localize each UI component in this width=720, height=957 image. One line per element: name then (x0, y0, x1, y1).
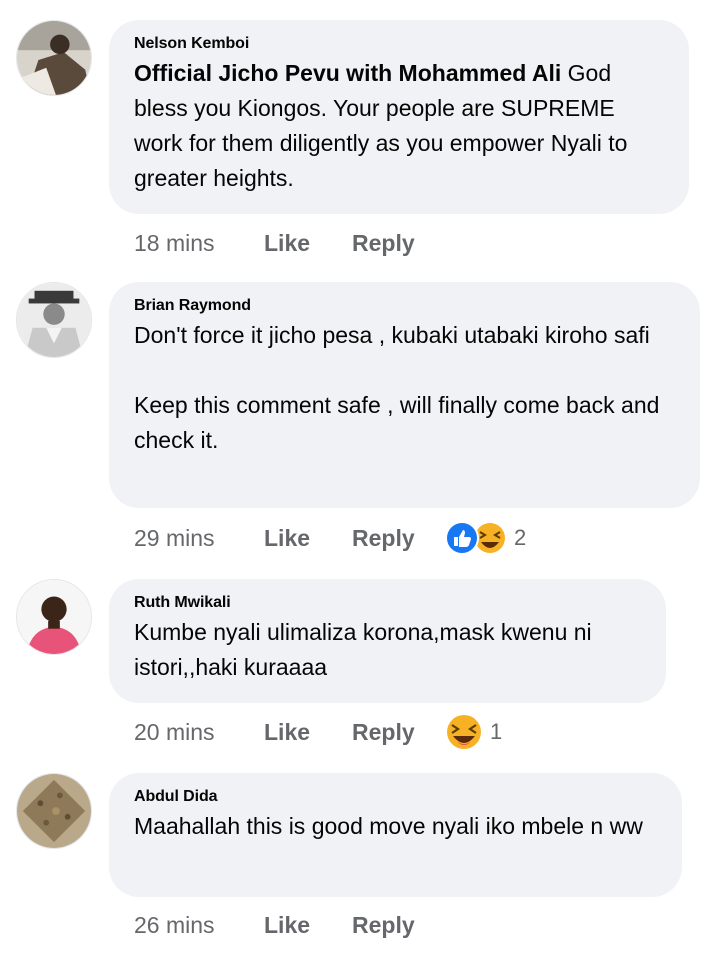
avatar[interactable] (16, 282, 92, 358)
reaction-count: 2 (514, 525, 527, 550)
comment-tag[interactable]: Official Jicho Pevu with Mohammed Ali (134, 60, 561, 86)
like-button[interactable]: Like (264, 912, 352, 939)
comment-text: Official Jicho Pevu with Mohammed Ali Go… (134, 56, 663, 196)
reaction-summary[interactable]: 1 (444, 714, 502, 750)
reply-button[interactable]: Reply (352, 525, 444, 552)
comment-time[interactable]: 18 mins (134, 230, 264, 257)
haha-reaction-icon (447, 715, 481, 749)
comment-author[interactable]: Ruth Mwikali (134, 593, 640, 613)
comment-bubble: Abdul Dida Maahallah this is good move n… (109, 773, 682, 897)
avatar[interactable] (16, 579, 92, 655)
reaction-summary[interactable]: 2 (444, 520, 526, 556)
reaction-count: 1 (490, 719, 503, 744)
comment-author[interactable]: Brian Raymond (134, 296, 674, 316)
reply-button[interactable]: Reply (352, 912, 444, 939)
comment-author[interactable]: Nelson Kemboi (134, 34, 663, 54)
comment-text: Maahallah this is good move nyali iko mb… (134, 813, 643, 839)
comment-actions: 29 mins Like Reply 2 (134, 520, 526, 556)
reply-button[interactable]: Reply (352, 230, 444, 257)
comment-text: Don't force it jicho pesa , kubaki utaba… (134, 322, 660, 453)
comment-actions: 26 mins Like Reply (134, 910, 444, 940)
comment-time[interactable]: 29 mins (134, 525, 264, 552)
reply-button[interactable]: Reply (352, 719, 444, 746)
like-button[interactable]: Like (264, 230, 352, 257)
comment-time[interactable]: 20 mins (134, 719, 264, 746)
comment-bubble: Brian Raymond Don't force it jicho pesa … (109, 282, 700, 508)
avatar[interactable] (16, 20, 92, 96)
like-button[interactable]: Like (264, 525, 352, 552)
comment-time[interactable]: 26 mins (134, 912, 264, 939)
comment-actions: 18 mins Like Reply (134, 228, 444, 258)
comment-bubble: Nelson Kemboi Official Jicho Pevu with M… (109, 20, 689, 214)
comment-actions: 20 mins Like Reply 1 (134, 714, 502, 750)
comment-author[interactable]: Abdul Dida (134, 787, 656, 807)
avatar[interactable] (16, 773, 92, 849)
comment-text: Kumbe nyali ulimaliza korona,mask kwenu … (134, 619, 599, 680)
like-haha-reactions-icon (445, 521, 505, 555)
like-button[interactable]: Like (264, 719, 352, 746)
comment-bubble: Ruth Mwikali Kumbe nyali ulimaliza koron… (109, 579, 666, 703)
